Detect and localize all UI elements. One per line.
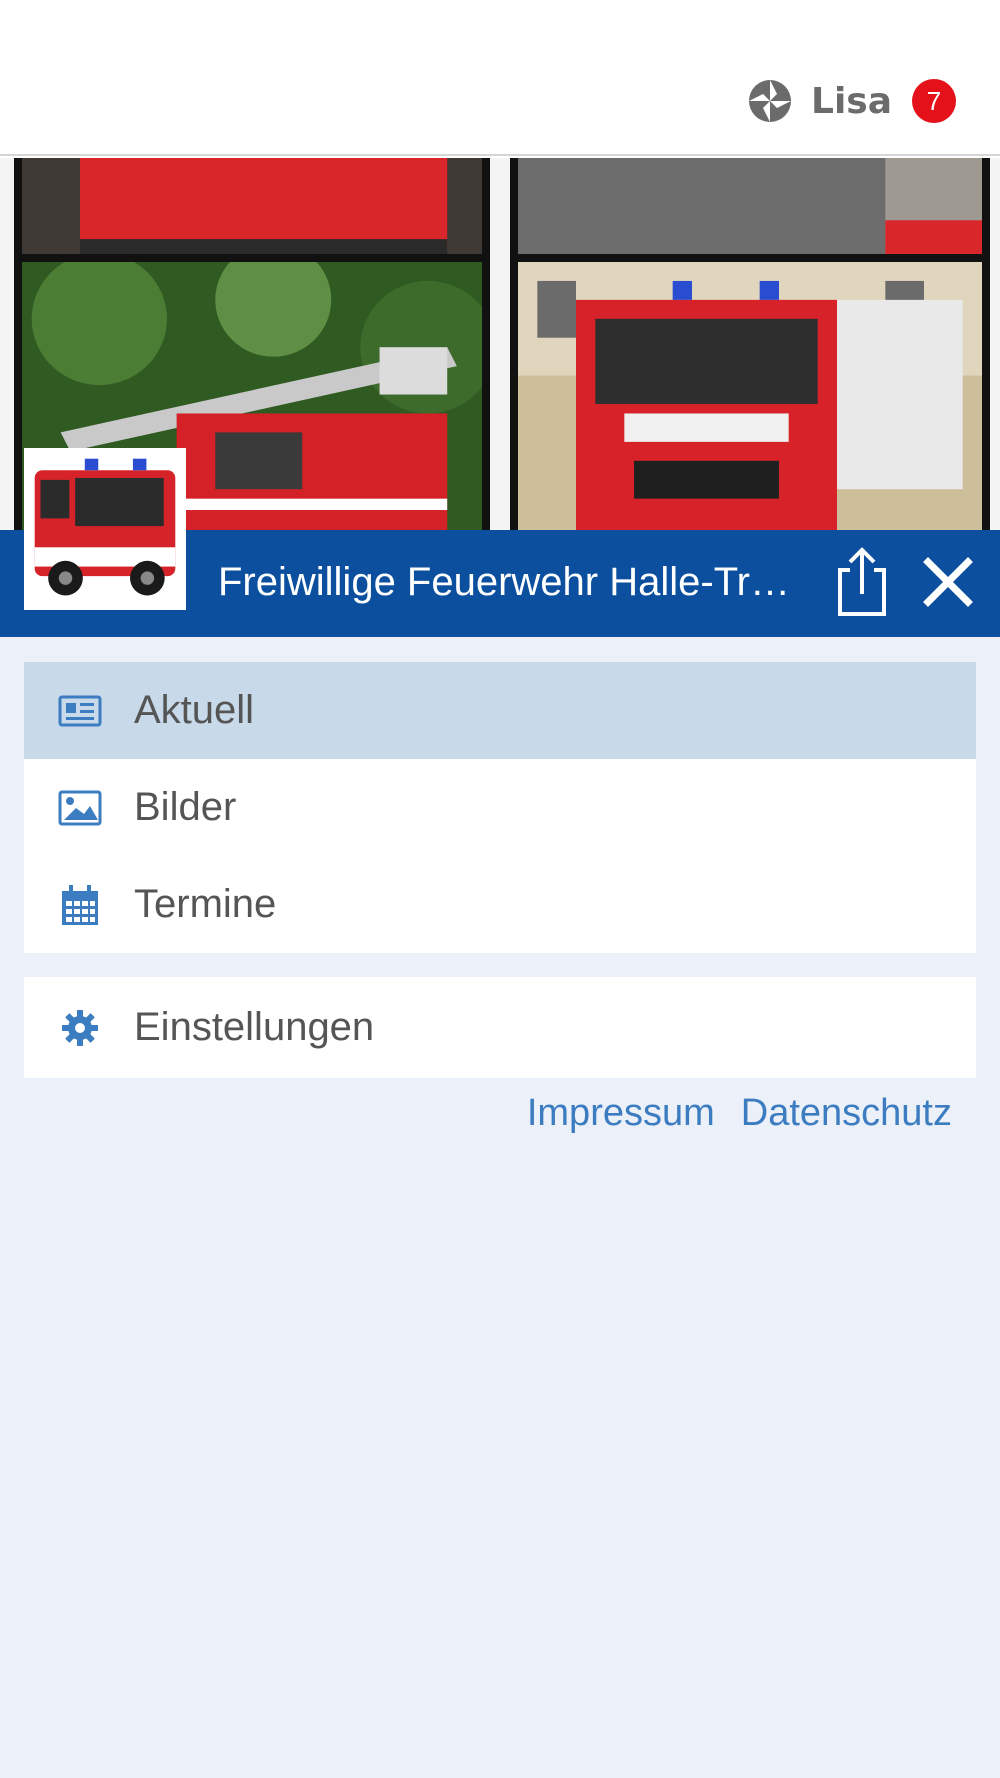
menu-item-termine[interactable]: Termine [24, 856, 976, 953]
menu-item-einstellungen[interactable]: Einstellungen [24, 977, 976, 1078]
main-menu: Aktuell Bilder Termine [24, 662, 976, 953]
gear-icon [58, 1006, 102, 1050]
notification-badge[interactable]: 7 [912, 79, 956, 123]
organization-thumbnail [24, 448, 186, 610]
share-button[interactable] [832, 544, 892, 620]
close-icon [923, 557, 973, 607]
settings-menu: Einstellungen [24, 977, 976, 1078]
impressum-link[interactable]: Impressum [527, 1092, 715, 1135]
footer-links: Impressum Datenschutz [501, 1092, 952, 1135]
menu-item-label: Einstellungen [134, 1005, 375, 1049]
image-icon [58, 786, 102, 830]
hero-photo-fire-engine [510, 254, 990, 530]
organization-title: Freiwillige Feuerwehr Halle-Tr… [218, 560, 790, 604]
newspaper-icon [58, 689, 102, 733]
calendar-icon [58, 883, 102, 927]
menu-item-label: Termine [134, 882, 277, 926]
datenschutz-link[interactable]: Datenschutz [741, 1092, 952, 1135]
menu-item-label: Aktuell [134, 688, 255, 732]
app-logo-icon [749, 80, 791, 122]
share-icon [838, 547, 886, 616]
top-bar: Lisa 7 [0, 0, 1000, 156]
menu-panel: Aktuell Bilder Termine Einstellungen Imp… [0, 637, 1000, 1778]
user-name[interactable]: Lisa [811, 81, 892, 122]
menu-item-label: Bilder [134, 785, 237, 829]
user-menu[interactable]: Lisa 7 [747, 78, 956, 124]
close-button[interactable] [918, 552, 978, 612]
menu-item-aktuell[interactable]: Aktuell [24, 662, 976, 759]
menu-item-bilder[interactable]: Bilder [24, 759, 976, 856]
